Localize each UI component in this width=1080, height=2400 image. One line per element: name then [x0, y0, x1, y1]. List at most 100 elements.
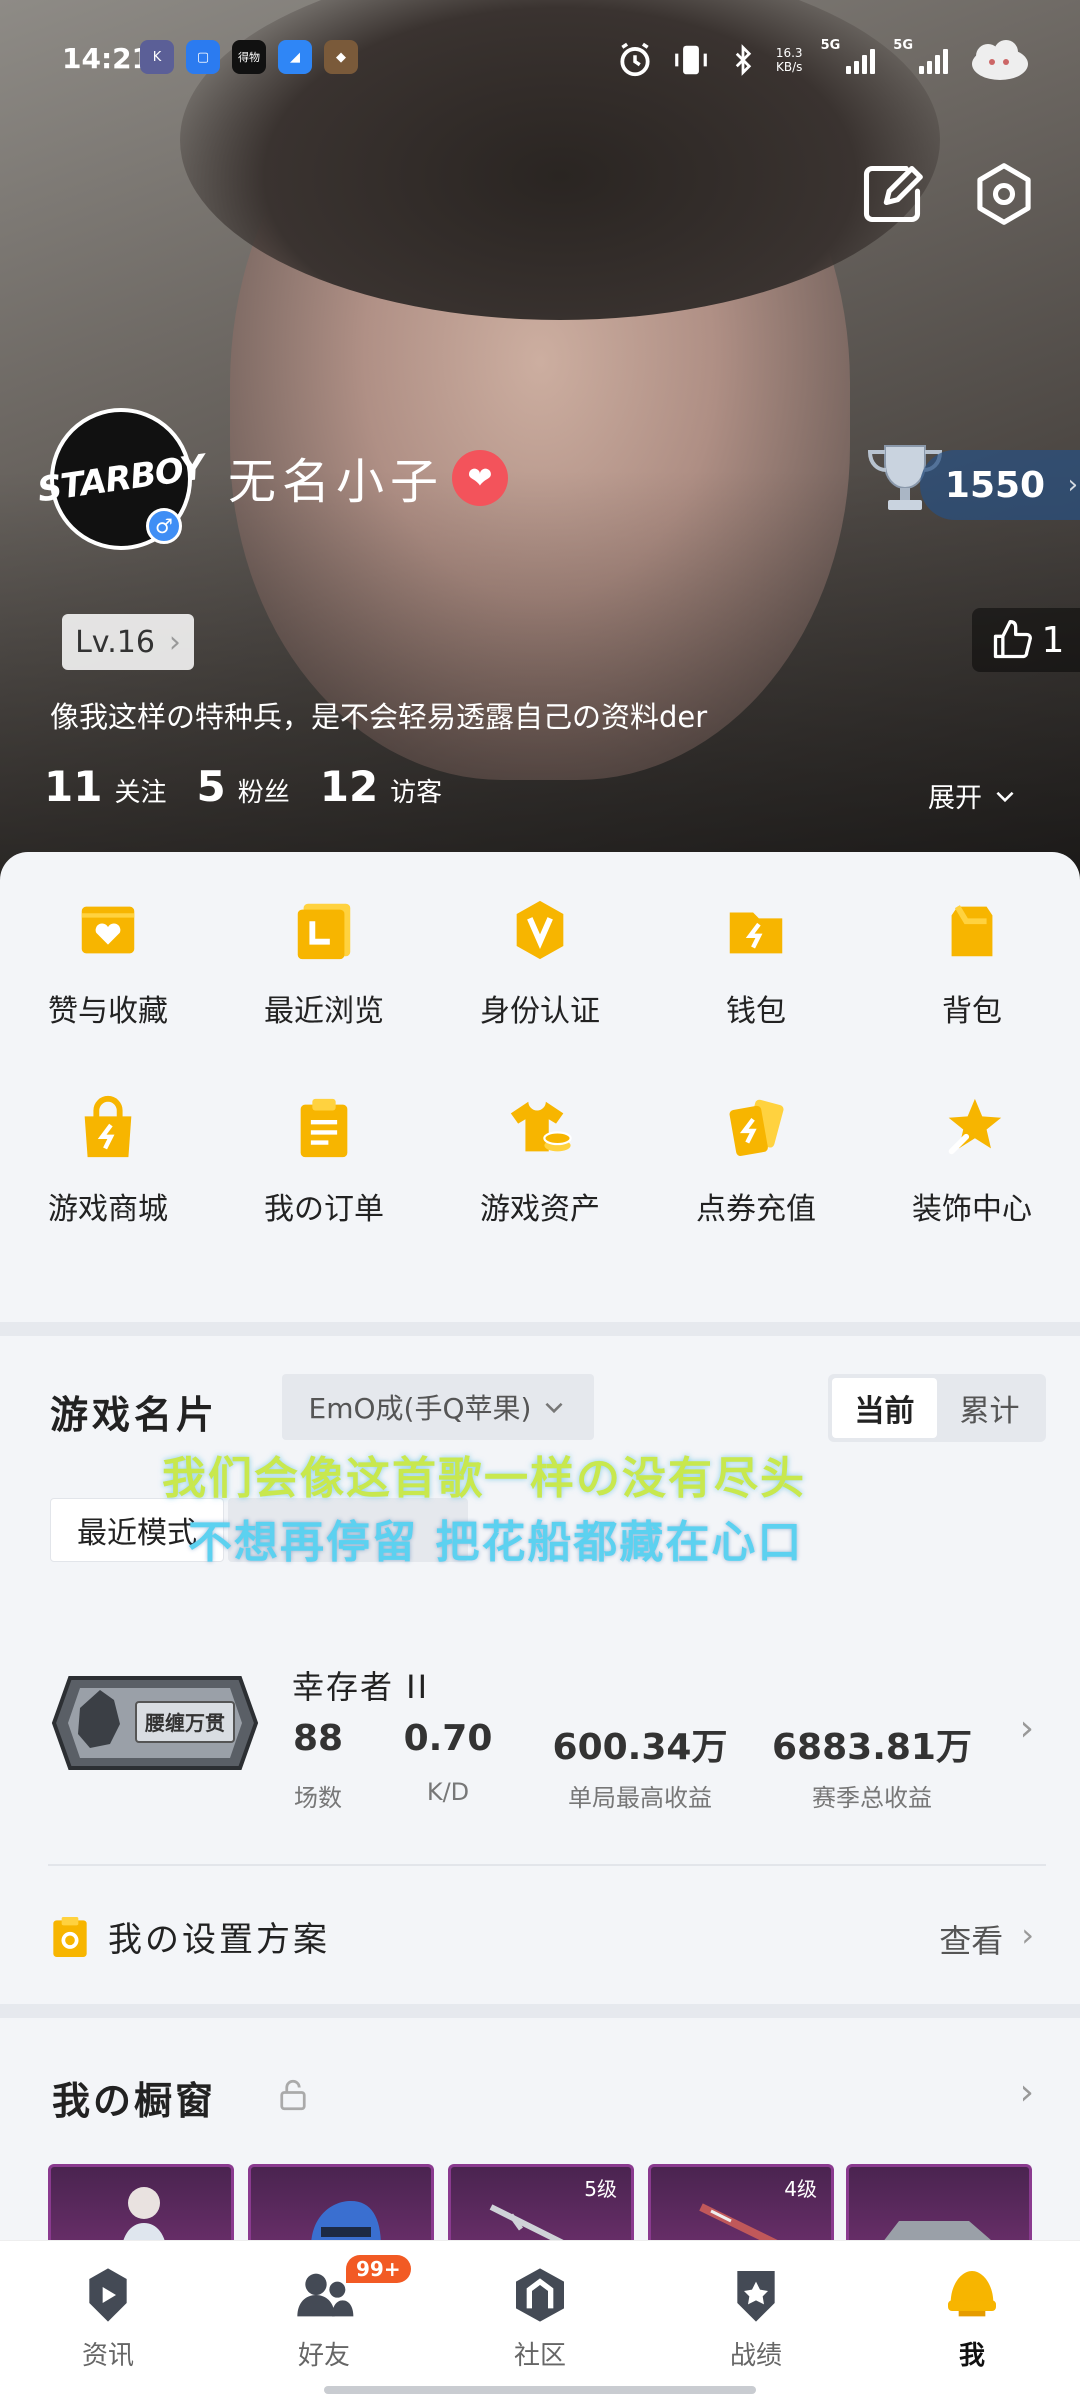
season-name: 幸存者 II	[292, 1668, 430, 1706]
record-shield-icon	[737, 2271, 775, 2322]
stat-label: 赛季总收益	[812, 1784, 932, 1812]
feature-recent-browse[interactable]: 最近浏览	[216, 892, 432, 1030]
status-app-icon-dewu: 得物	[232, 40, 266, 74]
feature-my-orders[interactable]: 我の订单	[216, 1090, 432, 1228]
tab-me[interactable]: 我	[864, 2241, 1080, 2400]
chevron-down-icon	[996, 791, 1014, 802]
stat-label: 单局最高收益	[568, 1784, 712, 1812]
level-value: Lv.16	[75, 624, 155, 660]
feature-likes-favorites[interactable]: 赞与收藏	[0, 892, 216, 1030]
tab-news[interactable]: 资讯	[0, 2241, 216, 2400]
section-divider	[0, 2004, 1080, 2018]
item-level: 5级	[584, 2177, 617, 2201]
feature-grid: 赞与收藏 最近浏览 身份认证 钱包 背包 游戏商城 我の订单 游戏资产 点券充值…	[0, 892, 1080, 1228]
chevron-right-icon[interactable]: ›	[1020, 2072, 1034, 2113]
verify-badge-icon	[516, 900, 564, 960]
edit-profile-icon[interactable]	[858, 160, 926, 228]
season-stats-row[interactable]: 腰缠万贯 幸存者 II 88 场数 0.70 K/D 600.34万 单局最高收…	[0, 1648, 1080, 1828]
tab-label: 好友	[297, 2341, 350, 2371]
status-app-icon-blue: ◢	[278, 40, 312, 74]
heart-folder-icon	[81, 906, 135, 954]
tab-community[interactable]: 社区	[432, 2241, 648, 2400]
tab-cumulative[interactable]: 累计	[937, 1378, 1042, 1438]
like-button[interactable]: 1	[972, 608, 1080, 672]
feature-label: 装饰中心	[912, 1192, 1032, 1227]
view-label: 查看	[939, 1922, 1004, 1960]
lock-icon[interactable]	[278, 2078, 308, 2112]
network-speed: 16.3 KB/s	[775, 46, 803, 74]
feature-label: 我の订单	[264, 1192, 384, 1227]
level-badge[interactable]: Lv.16 ›	[62, 614, 194, 670]
status-time: 14:21	[62, 42, 152, 75]
bottom-nav: 资讯 99+ 好友 社区 战绩 我	[0, 2240, 1080, 2400]
feature-label: 赞与收藏	[48, 994, 168, 1029]
feature-label: 游戏资产	[480, 1192, 600, 1227]
follow-label[interactable]: 关注	[114, 772, 166, 809]
history-icon	[297, 903, 351, 960]
tab-current[interactable]: 当前	[832, 1378, 937, 1438]
stat-value: 6883.81万	[772, 1727, 972, 1768]
network-type-1: 5G	[820, 38, 841, 53]
feature-game-store[interactable]: 游戏商城	[0, 1090, 216, 1228]
account-selector[interactable]: EmO成(手Q苹果)	[282, 1374, 594, 1440]
tab-friends[interactable]: 99+ 好友	[216, 2241, 432, 2400]
expand-label: 展开	[928, 783, 982, 814]
feature-label: 背包	[942, 994, 1002, 1029]
feature-label: 游戏商城	[48, 1192, 168, 1227]
feature-identity-verify[interactable]: 身份认证	[432, 892, 648, 1030]
profile-stats: 11 关注 5 粉丝 12 访客	[44, 762, 460, 811]
season-badge-icon: 腰缠万贯	[51, 1676, 259, 1770]
cloud-pet-icon	[972, 40, 1028, 80]
bluetooth-icon	[735, 44, 752, 76]
home-indicator[interactable]	[324, 2386, 756, 2394]
shopping-bag-icon	[84, 1096, 132, 1158]
section-title: 游戏名片	[50, 1393, 219, 1437]
chevron-right-icon: ›	[1019, 1708, 1034, 1749]
feature-backpack[interactable]: 背包	[864, 892, 1080, 1030]
profile-bio: 像我这样の特种兵，是不会轻易透露自己の资料der	[50, 700, 708, 734]
view-button[interactable]: 查看 ›	[939, 1916, 1034, 1962]
thumbs-up-icon	[993, 620, 1032, 659]
tshirt-coins-icon	[510, 1101, 572, 1152]
section-title: 我の橱窗	[52, 2079, 217, 2123]
feature-voucher-recharge[interactable]: 点券充值	[648, 1090, 864, 1228]
heart-badge-icon[interactable]: ❤	[452, 450, 508, 506]
visitor-label[interactable]: 访客	[390, 772, 442, 809]
like-count: 1	[1041, 619, 1065, 661]
stat-value: 600.34万	[552, 1727, 728, 1768]
tab-records[interactable]: 战绩	[648, 2241, 864, 2400]
feature-game-assets[interactable]: 游戏资产	[432, 1090, 648, 1228]
expand-button[interactable]: 展开	[928, 776, 1018, 815]
feature-label: 身份认证	[480, 994, 600, 1029]
game-card-section: 游戏名片 EmO成(手Q苹果) 当前 累计 最近模式 我们会像这首歌一样の没有尽…	[0, 1338, 1080, 1998]
visitor-count[interactable]: 12	[320, 762, 378, 811]
feature-wallet[interactable]: 钱包	[648, 892, 864, 1030]
season-badge-text: 腰缠万贯	[144, 1711, 225, 1735]
row-divider	[48, 1864, 1046, 1866]
chevron-right-icon: ›	[168, 624, 181, 660]
stat-label: 场数	[294, 1784, 342, 1812]
stat-value: 0.70	[403, 1718, 493, 1759]
follow-count[interactable]: 11	[44, 762, 102, 811]
feature-decoration-center[interactable]: 装饰中心	[864, 1090, 1080, 1228]
settings-icon[interactable]	[970, 160, 1038, 228]
voucher-cards-icon	[729, 1099, 784, 1156]
backpack-icon	[951, 905, 993, 957]
friends-badge: 99+	[346, 2255, 411, 2283]
settings-plan-label: 我の设置方案	[108, 1920, 330, 1960]
points-value: 1550	[944, 464, 1046, 506]
tab-label: 战绩	[729, 2341, 782, 2371]
fans-count[interactable]: 5	[196, 762, 225, 811]
showcase-section: 我の橱窗 › 5级 4级	[0, 2024, 1080, 2254]
tab-label: 社区	[513, 2341, 566, 2371]
fans-label[interactable]: 粉丝	[238, 772, 290, 809]
helmet-icon	[948, 2271, 996, 2317]
account-name: EmO成(手Q苹果)	[308, 1392, 532, 1425]
status-app-icon-k: K	[140, 40, 174, 74]
settings-plan-row[interactable]: 我の设置方案	[50, 1912, 330, 1961]
points-badge[interactable]: 1550 ›	[920, 450, 1080, 520]
status-app-icon-game: ◆	[324, 40, 358, 74]
network-type-2: 5G	[893, 38, 913, 53]
username: 无名小子	[228, 454, 445, 510]
stat-label: K/D	[426, 1778, 470, 1806]
